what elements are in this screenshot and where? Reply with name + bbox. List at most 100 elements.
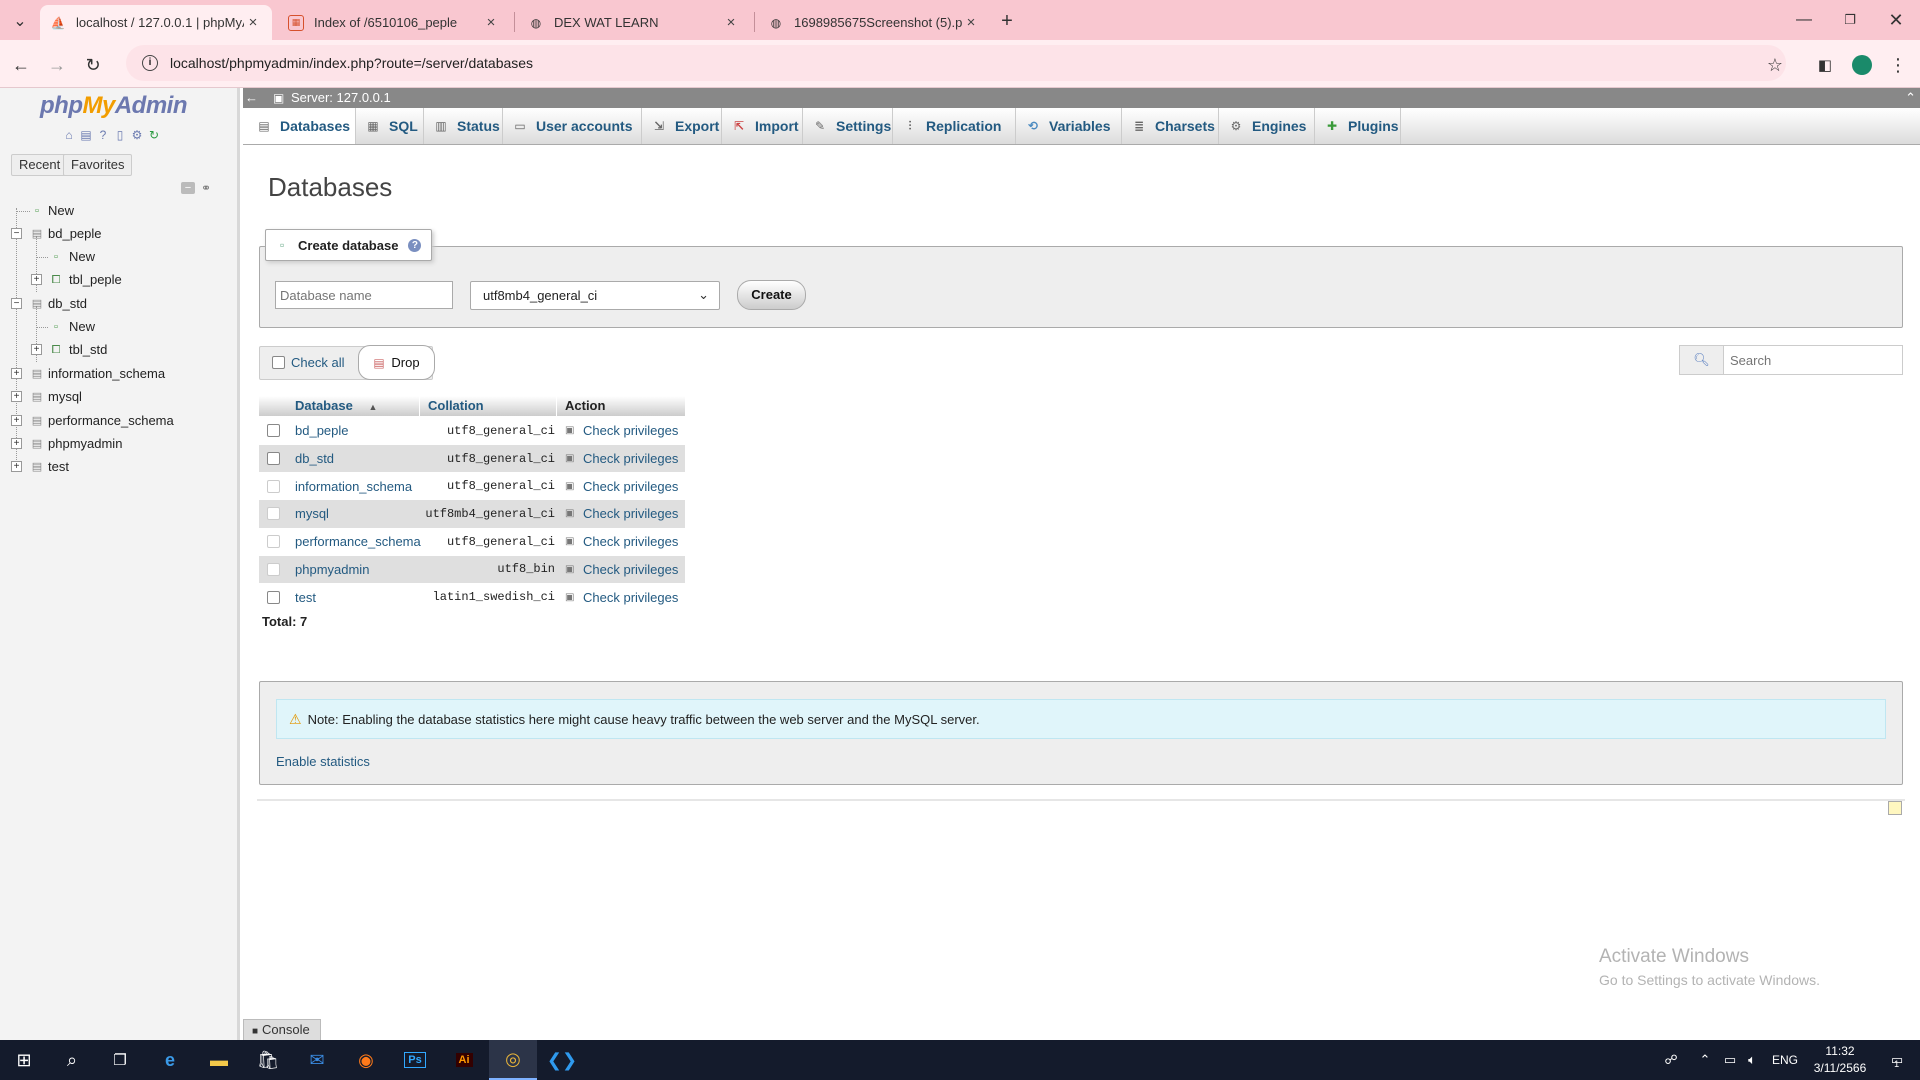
close-tab-icon[interactable]: × bbox=[482, 14, 500, 31]
close-window-icon[interactable]: ✕ bbox=[1876, 8, 1916, 32]
reload-navigation-icon[interactable]: ↻ bbox=[147, 128, 161, 142]
input-language[interactable]: ENG bbox=[1770, 1040, 1800, 1080]
help-icon[interactable]: ? bbox=[408, 238, 422, 252]
expand-plus-icon[interactable]: + bbox=[11, 438, 22, 449]
tab-status[interactable]: ▥ Status bbox=[424, 108, 503, 144]
check-privileges-link[interactable]: ▣ Check privileges bbox=[565, 583, 678, 611]
check-all-checkbox[interactable] bbox=[272, 356, 285, 369]
collapse-all-icon[interactable]: − bbox=[181, 182, 195, 194]
forward-arrow-icon[interactable]: → bbox=[44, 52, 70, 78]
help-icon[interactable]: ? bbox=[96, 128, 110, 142]
notifications-icon[interactable]: ▭ 1 bbox=[1880, 1040, 1910, 1080]
collapse-minus-icon[interactable]: − bbox=[11, 298, 22, 309]
collapse-navigation-icon[interactable]: ← bbox=[245, 88, 259, 108]
file-explorer-icon[interactable]: ▬ bbox=[195, 1040, 243, 1080]
windows-start-icon[interactable]: ⊞ bbox=[0, 1040, 48, 1080]
tree-item-db-std[interactable]: − ▤ db_std bbox=[0, 293, 240, 315]
tab-search-chevron-icon[interactable]: ⌄ bbox=[8, 9, 32, 33]
browser-tab-dex[interactable]: ◍ DEX WAT LEARN × bbox=[518, 5, 750, 40]
tree-item-tbl-peple[interactable]: + ⧠ tbl_peple bbox=[0, 269, 240, 291]
tree-item-new-table[interactable]: ▫ New bbox=[0, 316, 240, 338]
browser-tab-screenshot[interactable]: ◍ 1698985675Screenshot (5).png × bbox=[758, 5, 990, 40]
tab-charsets[interactable]: ≣ Charsets bbox=[1122, 108, 1219, 144]
create-button[interactable]: Create bbox=[737, 280, 806, 310]
recent-tables-button[interactable]: Recent bbox=[11, 154, 69, 176]
collapse-top-menu-icon[interactable]: ⌃ bbox=[1905, 88, 1916, 108]
address-bar[interactable]: i localhost/phpmyadmin/index.php?route=/… bbox=[126, 45, 1786, 81]
expand-plus-icon[interactable]: + bbox=[11, 368, 22, 379]
server-label[interactable]: Server: 127.0.0.1 bbox=[291, 88, 391, 108]
volume-icon[interactable]: 🔈︎ bbox=[1742, 1040, 1762, 1080]
database-name-link[interactable]: phpmyadmin bbox=[295, 556, 369, 584]
database-name-link[interactable]: mysql bbox=[295, 500, 329, 528]
expand-plus-icon[interactable]: + bbox=[11, 461, 22, 472]
tab-databases[interactable]: ▤ Databases bbox=[243, 108, 356, 144]
site-info-icon[interactable]: i bbox=[142, 55, 158, 71]
mail-icon[interactable]: ✉ bbox=[293, 1040, 341, 1080]
enable-statistics-link[interactable]: Enable statistics bbox=[276, 754, 370, 769]
tab-variables[interactable]: ⟲ Variables bbox=[1016, 108, 1122, 144]
database-name-link[interactable]: information_schema bbox=[295, 472, 412, 500]
expand-plus-icon[interactable]: + bbox=[11, 391, 22, 402]
collapse-minus-icon[interactable]: − bbox=[11, 228, 22, 239]
firefox-icon[interactable]: ◉ bbox=[342, 1040, 390, 1080]
row-checkbox[interactable] bbox=[267, 424, 280, 438]
tree-item-new-database[interactable]: ▫ New bbox=[0, 200, 240, 222]
check-privileges-link[interactable]: ▣ Check privileges bbox=[565, 528, 678, 556]
documentation-icon[interactable]: ▯ bbox=[113, 128, 127, 142]
console-toggle-button[interactable]: ■ Console bbox=[243, 1019, 321, 1040]
side-panel-icon[interactable]: ◧ bbox=[1812, 52, 1838, 78]
header-collation[interactable]: Collation bbox=[419, 396, 556, 416]
link-with-main-panel-icon[interactable]: ⚭ bbox=[201, 182, 217, 194]
database-name-input[interactable] bbox=[275, 281, 453, 309]
tree-item-tbl-std[interactable]: + ⧠ tbl_std bbox=[0, 339, 240, 361]
header-database[interactable]: Database ▲ bbox=[289, 396, 419, 416]
photoshop-icon[interactable]: Ps bbox=[391, 1040, 439, 1080]
database-name-link[interactable]: bd_peple bbox=[295, 417, 349, 445]
tab-plugins[interactable]: ✚ Plugins bbox=[1315, 108, 1401, 144]
expand-plus-icon[interactable]: + bbox=[11, 415, 22, 426]
database-name-link[interactable]: db_std bbox=[295, 445, 334, 473]
check-all[interactable]: Check all bbox=[272, 355, 344, 370]
taskbar-clock[interactable]: 11:32 3/11/2566 bbox=[1805, 1043, 1875, 1077]
close-tab-icon[interactable]: × bbox=[962, 14, 980, 31]
microsoft-store-icon[interactable]: 🛍︎ bbox=[244, 1040, 292, 1080]
database-name-link[interactable]: performance_schema bbox=[295, 528, 421, 556]
close-tab-icon[interactable]: × bbox=[244, 14, 262, 31]
tab-import[interactable]: ⇱ Import bbox=[722, 108, 803, 144]
network-icon[interactable]: ▭ bbox=[1720, 1040, 1740, 1080]
minimize-window-icon[interactable]: — bbox=[1784, 8, 1824, 32]
settings-gear-icon[interactable]: ⚙ bbox=[130, 128, 144, 142]
search-icon[interactable]: ⌕ bbox=[48, 1040, 96, 1080]
check-privileges-link[interactable]: ▣ Check privileges bbox=[565, 500, 678, 528]
tree-item-test[interactable]: + ▤ test bbox=[0, 456, 240, 478]
favorite-tables-button[interactable]: Favorites bbox=[63, 154, 133, 176]
people-icon[interactable]: ☍ bbox=[1660, 1040, 1682, 1080]
bookmark-star-icon[interactable]: ☆ bbox=[1762, 52, 1788, 78]
edge-browser-icon[interactable]: e bbox=[146, 1040, 194, 1080]
task-view-icon[interactable]: ❐ bbox=[96, 1040, 144, 1080]
browser-tab-phpmyadmin[interactable]: ⛵ localhost / 127.0.0.1 | phpMyAdmin × bbox=[40, 5, 272, 40]
home-icon[interactable]: ⌂ bbox=[62, 128, 76, 142]
tree-item-mysql[interactable]: + ▤ mysql bbox=[0, 386, 240, 408]
check-privileges-link[interactable]: ▣ Check privileges bbox=[565, 472, 678, 500]
check-privileges-link[interactable]: ▣ Check privileges bbox=[565, 556, 678, 584]
expand-plus-icon[interactable]: + bbox=[31, 274, 42, 285]
check-privileges-link[interactable]: ▣ Check privileges bbox=[565, 417, 678, 445]
tab-export[interactable]: ⇲ Export bbox=[642, 108, 722, 144]
vscode-icon[interactable]: ❮❯ bbox=[538, 1040, 586, 1080]
database-name-link[interactable]: test bbox=[295, 583, 316, 611]
close-tab-icon[interactable]: × bbox=[722, 14, 740, 31]
tree-item-new-table[interactable]: ▫ New bbox=[0, 246, 240, 268]
restore-window-icon[interactable]: ❐ bbox=[1830, 8, 1870, 32]
page-settings-icon[interactable] bbox=[1888, 801, 1902, 815]
logout-icon[interactable]: ▤ bbox=[79, 128, 93, 142]
browser-tab-index[interactable]: ▦ Index of /6510106_peple × bbox=[278, 5, 510, 40]
collation-select[interactable]: utf8mb4_general_ci ⌄ bbox=[470, 281, 720, 310]
show-hidden-icons-chevron-icon[interactable]: ⌃ bbox=[1696, 1040, 1714, 1080]
tree-item-information-schema[interactable]: + ▤ information_schema bbox=[0, 363, 240, 385]
profile-avatar-icon[interactable] bbox=[1849, 52, 1875, 78]
database-search-input[interactable] bbox=[1723, 345, 1903, 375]
chrome-icon[interactable]: ◎ bbox=[489, 1040, 537, 1080]
phpmyadmin-logo[interactable]: phpMyAdmin bbox=[40, 92, 188, 120]
